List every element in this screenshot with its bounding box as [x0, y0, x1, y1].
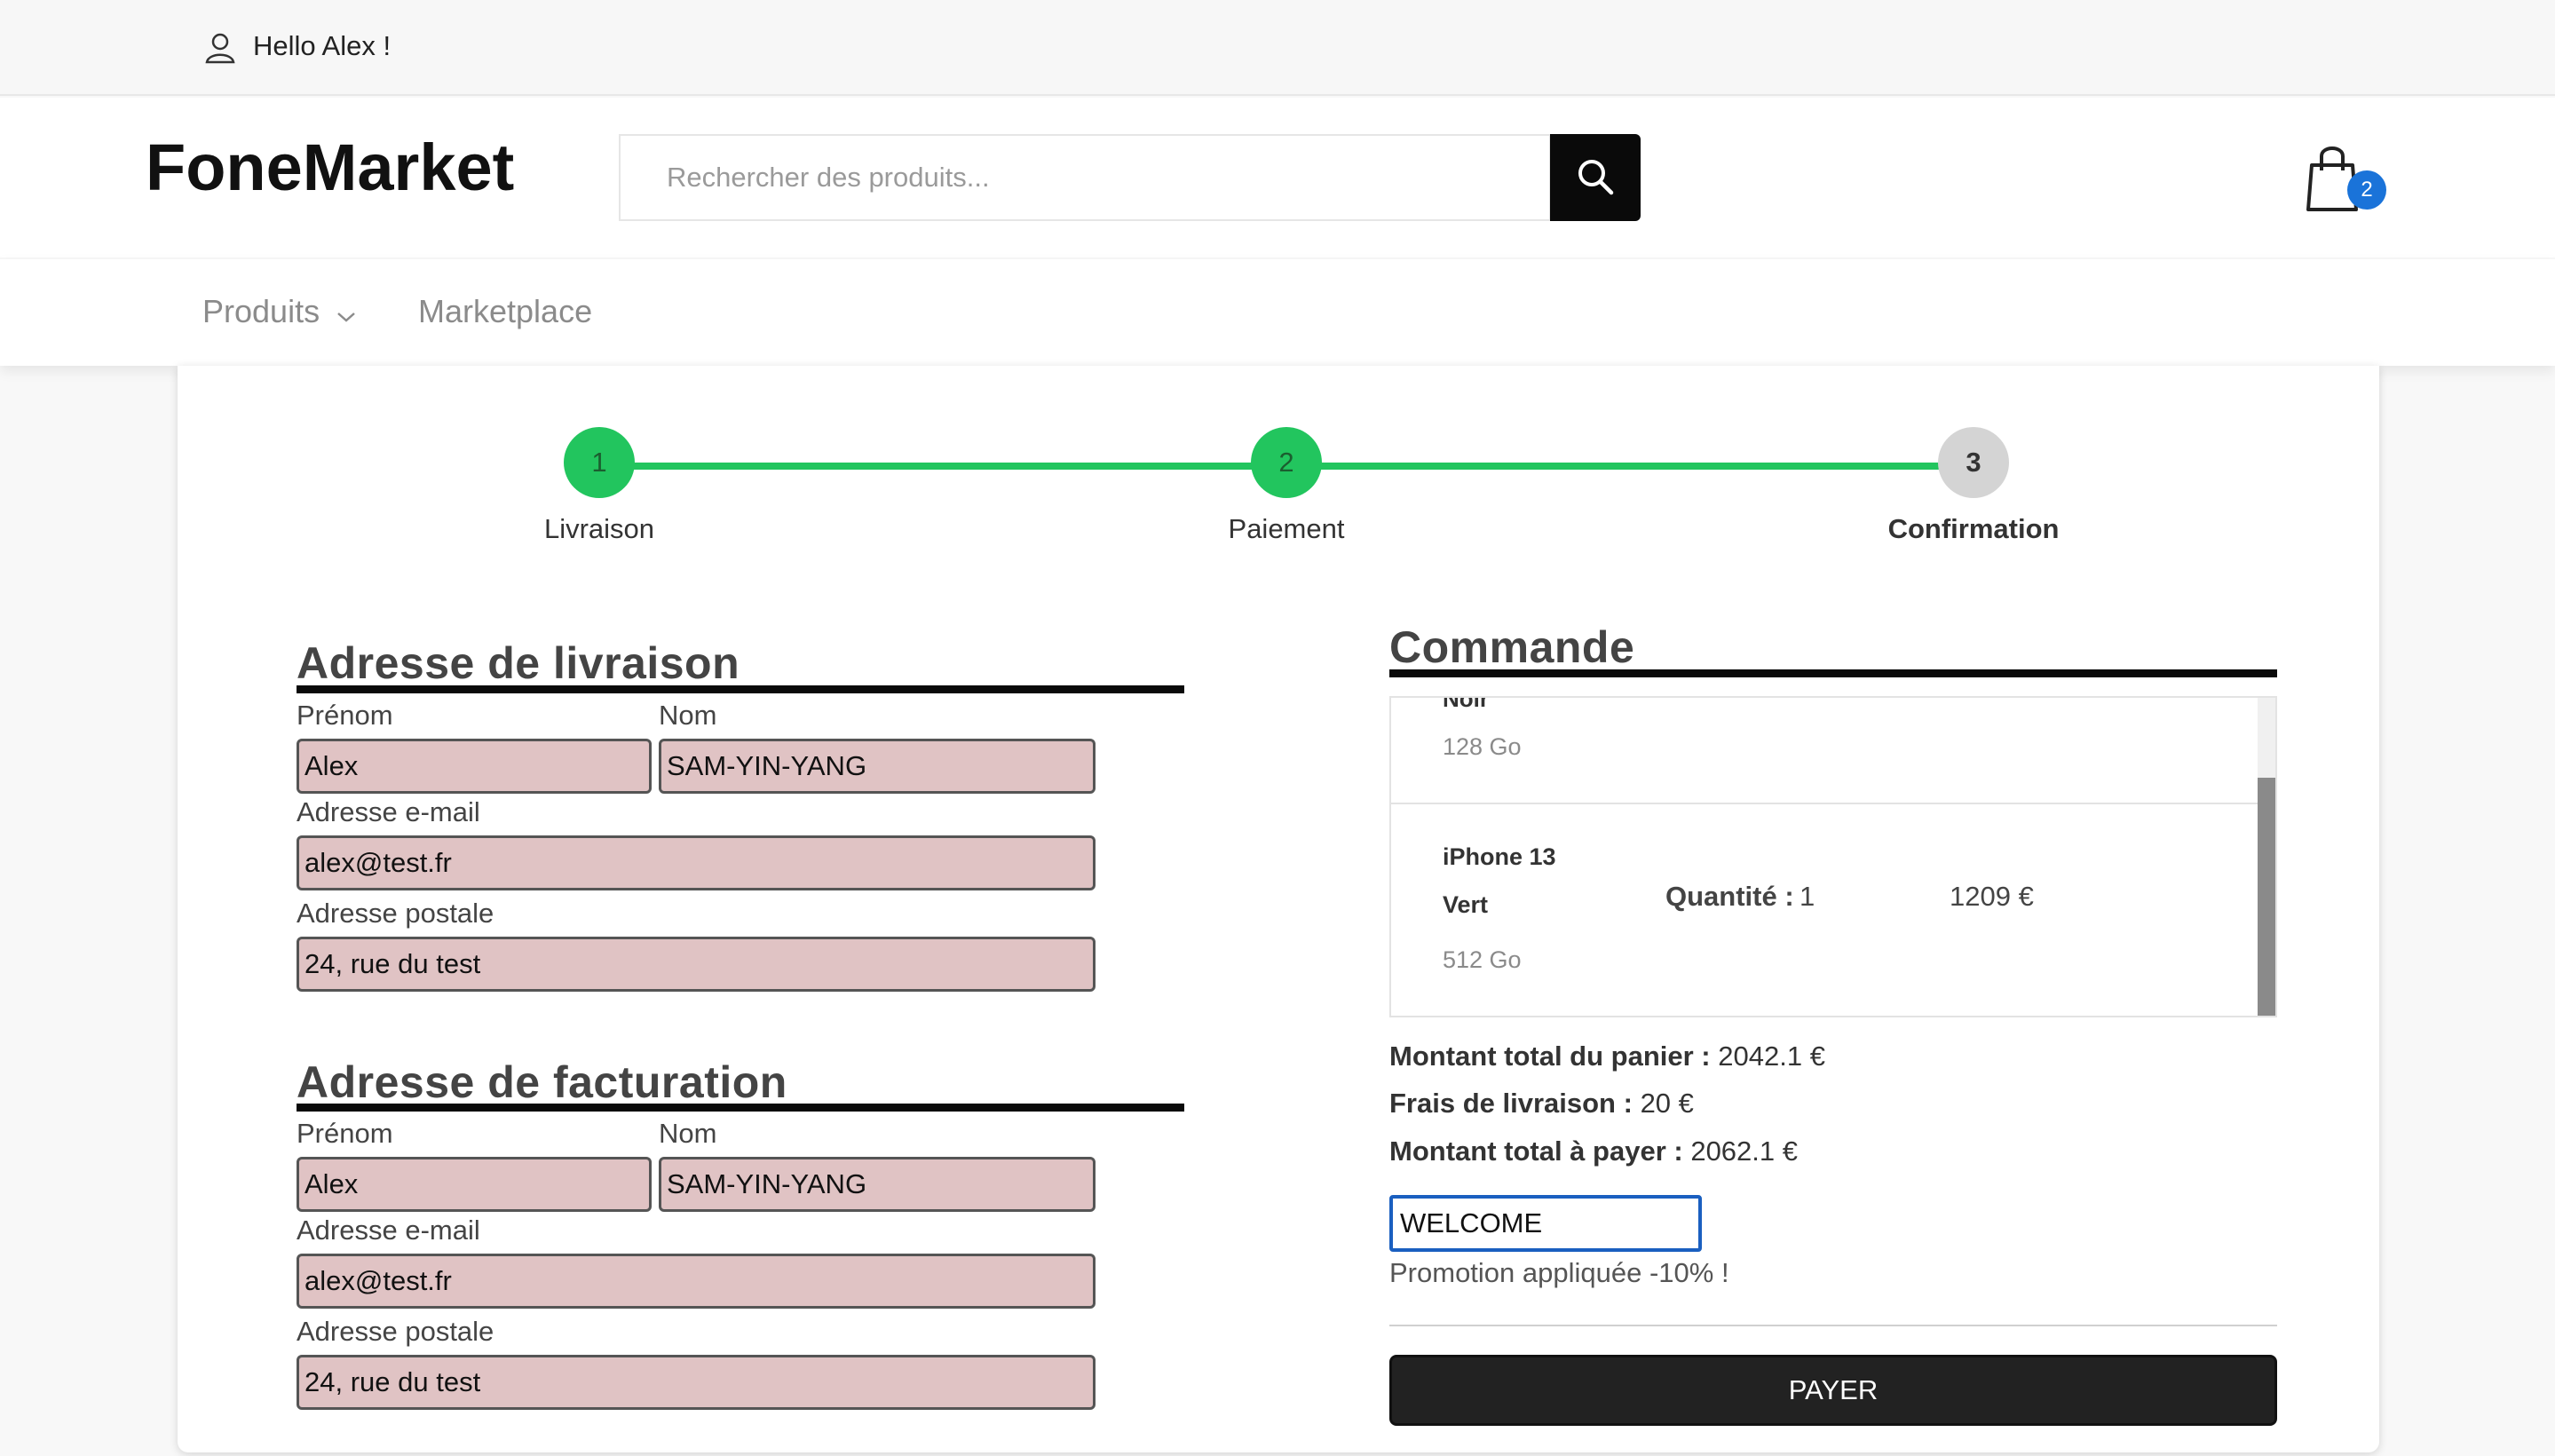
promo-status-message: Promotion appliquée -10% !	[1389, 1257, 1729, 1288]
search-input[interactable]	[619, 134, 1551, 221]
pay-button[interactable]: PAYER	[1389, 1355, 2277, 1426]
chevron-down-icon	[336, 295, 357, 332]
order-item-storage: 128 Go	[1443, 733, 1522, 760]
shipping-address-input[interactable]	[297, 937, 1096, 992]
section-divider	[297, 685, 1184, 693]
step-2-circle: 2	[1251, 427, 1322, 498]
first-name-label: Prénom	[297, 1118, 393, 1149]
step-1-label: Livraison	[543, 513, 655, 544]
shipping-fee-line: Frais de livraison : 20 €	[1389, 1088, 1694, 1120]
site-header: FoneMarket 2	[0, 98, 2555, 257]
order-item-storage: 512 Go	[1443, 946, 1522, 973]
site-logo[interactable]: FoneMarket	[146, 130, 514, 205]
last-name-label: Nom	[659, 1118, 717, 1149]
nav-item-produits[interactable]: Produits	[202, 293, 357, 332]
shipping-fee-label: Frais de livraison :	[1389, 1088, 1633, 1119]
order-item-name: iPhone 13	[1443, 843, 1556, 870]
order-item-price: 1209 €	[1950, 881, 2034, 912]
step-2-label: Paiement	[1228, 513, 1345, 544]
billing-title: Adresse de facturation	[297, 1057, 787, 1107]
search-button[interactable]	[1550, 134, 1641, 221]
step-connector	[1321, 463, 1941, 470]
quantity-label: Quantité :	[1665, 881, 1794, 912]
first-name-label: Prénom	[297, 700, 393, 731]
list-divider	[1391, 803, 2261, 804]
shipping-first-name-input[interactable]	[297, 739, 652, 794]
cart-total-line: Montant total du panier : 2042.1 €	[1389, 1041, 1825, 1072]
section-divider	[1389, 669, 2277, 677]
cart-count-badge: 2	[2347, 170, 2386, 210]
order-item-color: Vert	[1443, 891, 1489, 918]
address-label: Adresse postale	[297, 1316, 494, 1347]
top-bar: Hello Alex !	[0, 0, 2555, 96]
order-title: Commande	[1389, 622, 1635, 672]
grand-total-line: Montant total à payer : 2062.1 €	[1389, 1136, 1798, 1167]
shipping-email-input[interactable]	[297, 835, 1096, 890]
nav-item-marketplace[interactable]: Marketplace	[418, 293, 592, 330]
email-label: Adresse e-mail	[297, 1215, 480, 1246]
section-divider	[297, 1104, 1184, 1112]
scrollbar-thumb[interactable]	[2258, 778, 2275, 1016]
billing-first-name-input[interactable]	[297, 1157, 652, 1212]
promo-code-input[interactable]	[1389, 1195, 1702, 1252]
shipping-fee-value: 20 €	[1640, 1088, 1694, 1119]
quantity-value: 1	[1800, 881, 1815, 912]
shipping-last-name-input[interactable]	[659, 739, 1096, 794]
billing-email-input[interactable]	[297, 1254, 1096, 1309]
cart-total-value: 2042.1 €	[1718, 1041, 1825, 1072]
order-item-color: Noir	[1443, 696, 1489, 712]
step-connector	[634, 463, 1252, 470]
step-3-label: Confirmation	[1887, 513, 2060, 544]
main-nav: Produits Marketplace	[0, 259, 2555, 366]
grand-total-value: 2062.1 €	[1690, 1136, 1798, 1167]
cart-button[interactable]: 2	[2306, 144, 2386, 224]
step-1-circle: 1	[564, 427, 635, 498]
address-label: Adresse postale	[297, 898, 494, 929]
step-3-circle: 3	[1938, 427, 2009, 498]
billing-address-input[interactable]	[297, 1355, 1096, 1410]
shipping-title: Adresse de livraison	[297, 638, 740, 688]
last-name-label: Nom	[659, 700, 717, 731]
order-items-list[interactable]: Noir 128 Go iPhone 13 Vert 512 Go Quanti…	[1389, 696, 2277, 1017]
email-label: Adresse e-mail	[297, 796, 480, 827]
divider	[1389, 1325, 2277, 1326]
cart-total-label: Montant total du panier :	[1389, 1041, 1711, 1072]
search-icon	[1575, 156, 1616, 200]
nav-item-label: Produits	[202, 293, 320, 329]
user-icon[interactable]	[202, 30, 238, 66]
user-greeting: Hello Alex !	[253, 30, 392, 61]
grand-total-label: Montant total à payer :	[1389, 1136, 1683, 1167]
billing-last-name-input[interactable]	[659, 1157, 1096, 1212]
